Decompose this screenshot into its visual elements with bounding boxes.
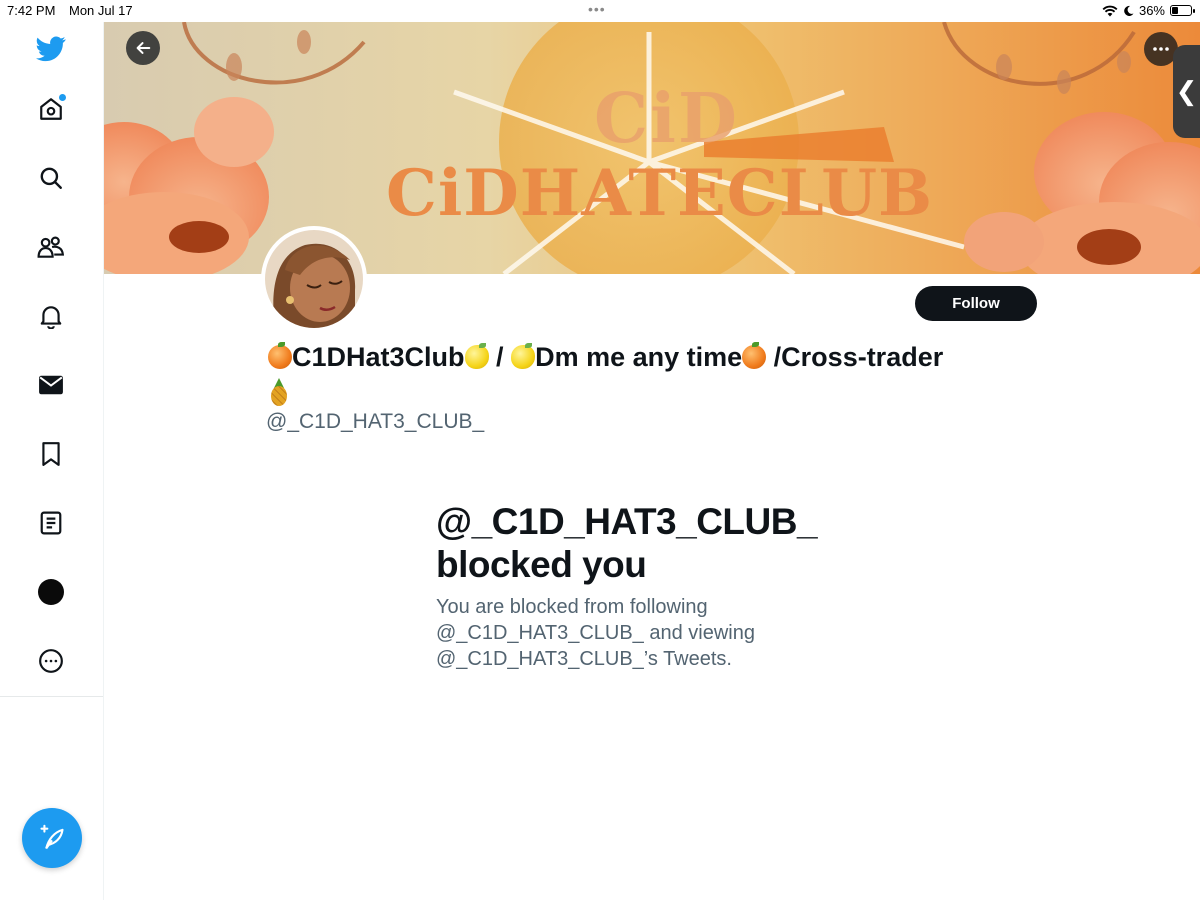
orange-emoji-icon bbox=[742, 342, 767, 369]
notification-dot bbox=[59, 94, 66, 101]
lemon-emoji-icon bbox=[464, 343, 489, 369]
twitter-bird-icon[interactable] bbox=[34, 32, 68, 66]
follow-button[interactable]: Follow bbox=[915, 286, 1037, 321]
ellipsis-icon bbox=[1153, 47, 1169, 51]
bell-icon[interactable] bbox=[34, 299, 68, 333]
name-part-1: C1DHat3Club bbox=[292, 342, 465, 372]
banner-text-title: CiDHATECLUB bbox=[386, 156, 934, 231]
blocked-title: @_C1D_HAT3_CLUB_ blocked you bbox=[436, 500, 818, 586]
sidebar-divider bbox=[0, 696, 103, 697]
back-button[interactable] bbox=[126, 31, 160, 65]
compose-feather-icon bbox=[40, 824, 64, 850]
battery-percent: 36% bbox=[1138, 3, 1165, 18]
more-circle-icon[interactable] bbox=[34, 644, 68, 678]
slide-over-handle[interactable]: ❮ bbox=[1173, 45, 1200, 138]
moon-icon bbox=[1124, 5, 1134, 16]
search-icon[interactable] bbox=[34, 161, 68, 195]
battery-icon bbox=[1170, 5, 1195, 16]
chevron-left-icon: ❮ bbox=[1175, 76, 1198, 106]
home-icon[interactable] bbox=[34, 92, 68, 126]
lists-icon[interactable] bbox=[34, 506, 68, 540]
blocked-title-line2: blocked you bbox=[436, 544, 647, 585]
pineapple-emoji-icon bbox=[268, 378, 290, 406]
profile-banner[interactable]: CiD CiDHATECLUB bbox=[104, 22, 1200, 274]
status-bar: 7:42 PM Mon Jul 17 ••• 36% bbox=[0, 0, 1200, 22]
mail-icon[interactable] bbox=[34, 368, 68, 402]
status-date: Mon Jul 17 bbox=[69, 3, 133, 18]
profile-avatar-icon[interactable] bbox=[34, 575, 68, 609]
blocked-message-line2: @_C1D_HAT3_CLUB_ and viewing bbox=[436, 622, 755, 644]
lemon-emoji-icon bbox=[511, 343, 536, 369]
banner-text-small: CiD bbox=[594, 79, 739, 159]
name-part-3: Dm me any time bbox=[535, 342, 743, 372]
sidebar-nav bbox=[0, 22, 104, 900]
blocked-message-line3: @_C1D_HAT3_CLUB_’s Tweets. bbox=[436, 648, 732, 670]
blocked-message-line1: You are blocked from following bbox=[436, 596, 708, 618]
profile-handle: @_C1D_HAT3_CLUB_ bbox=[266, 410, 485, 433]
profile-avatar[interactable] bbox=[261, 226, 367, 332]
compose-tweet-button[interactable] bbox=[22, 808, 82, 868]
multitasking-dots-icon[interactable]: ••• bbox=[588, 2, 606, 16]
display-name: C1DHat3Club / Dm me any time /Cross-trad… bbox=[268, 340, 1028, 408]
communities-icon[interactable] bbox=[34, 230, 68, 264]
name-part-2: / bbox=[496, 342, 504, 372]
orange-emoji-icon bbox=[268, 342, 292, 369]
blocked-title-line1: @_C1D_HAT3_CLUB_ bbox=[436, 501, 818, 542]
status-time: 7:42 PM bbox=[7, 3, 56, 18]
name-part-4: /Cross-trader bbox=[773, 342, 944, 372]
status-indicators: 36% bbox=[1102, 3, 1195, 18]
arrow-left-icon bbox=[136, 42, 151, 54]
wifi-icon bbox=[1102, 5, 1118, 16]
bookmark-icon[interactable] bbox=[34, 437, 68, 471]
blocked-message: You are blocked from following @_C1D_HAT… bbox=[436, 594, 776, 672]
